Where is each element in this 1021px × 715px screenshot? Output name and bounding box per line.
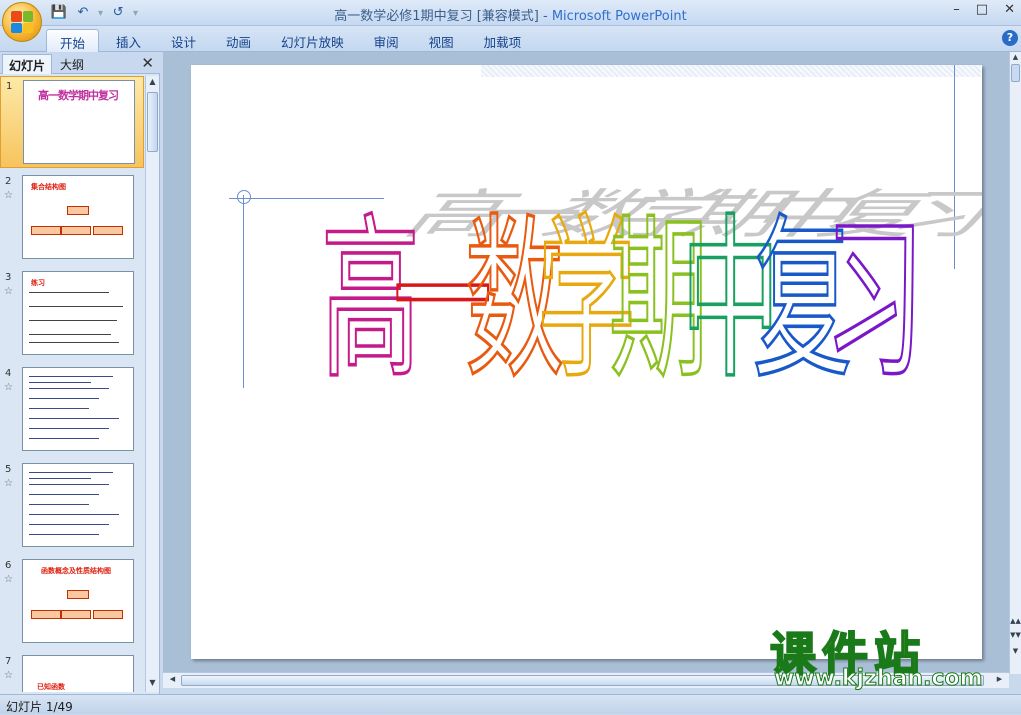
thumb-text-line xyxy=(29,514,119,515)
thumb-text-line xyxy=(29,408,89,409)
slide-number: 1 xyxy=(6,81,13,92)
slide-scroll-thumb[interactable] xyxy=(1011,64,1020,82)
slide-number: 7 xyxy=(5,656,12,667)
slide-thumbnail[interactable] xyxy=(22,367,134,451)
slide-thumbnail[interactable]: 已知函数 xyxy=(22,655,134,692)
slide-scroll-down-icon[interactable]: ▼ xyxy=(1009,647,1021,660)
slide-thumbnail-row[interactable]: 1 高一数学期中复习 xyxy=(0,76,144,168)
thumb-diagram-box xyxy=(93,610,123,619)
thumb-text-line xyxy=(29,524,109,525)
thumb-diagram-box xyxy=(61,226,91,235)
title-letter: 习 xyxy=(825,197,924,403)
thumb-title: 练习 xyxy=(31,279,45,287)
title-bar: 💾 ↶ ▾ ↺ ▾ 高一数学必修1期中复习 [兼容模式] - Microsoft… xyxy=(0,0,1021,26)
thumb-text-line xyxy=(29,504,89,505)
slide-number: 2 xyxy=(5,176,12,187)
animation-star-icon: ☆ xyxy=(4,190,13,201)
thumb-diagram-box xyxy=(67,206,89,215)
next-slide-icon[interactable]: ▼▼ xyxy=(1009,631,1021,644)
panel-scroll-thumb[interactable] xyxy=(147,92,158,152)
slide-thumbnail-row[interactable]: 7 ☆ 已知函数 xyxy=(0,652,144,692)
slide-thumbnail[interactable]: 高一数学期中复习 xyxy=(23,80,135,164)
scroll-up-icon[interactable]: ▲ xyxy=(146,77,159,90)
slide-vertical-scrollbar[interactable]: ▲ ▲▲ ▼▼ ▼ xyxy=(1009,52,1021,674)
slide-thumbnail[interactable] xyxy=(22,463,134,547)
slide-thumbnail-row[interactable]: 3 ☆ 练习 xyxy=(0,268,144,360)
thumb-text-line xyxy=(29,418,119,419)
prev-slide-icon[interactable]: ▲▲ xyxy=(1009,617,1021,630)
thumb-text-line xyxy=(29,478,91,479)
animation-star-icon: ☆ xyxy=(4,670,13,681)
panel-tabs: 幻灯片 大纲 ✕ xyxy=(0,52,160,74)
slide-editing-area: 高高一一数数学学期期中中复复习习 xyxy=(163,52,1009,687)
animation-star-icon: ☆ xyxy=(4,286,13,297)
thumb-text-line xyxy=(29,320,117,321)
help-icon[interactable]: ? xyxy=(1002,30,1018,46)
window-title-main: 高一数学必修1期中复习 [兼容模式] - xyxy=(334,9,552,24)
animation-star-icon: ☆ xyxy=(4,574,13,585)
ribbon: 开始 插入 设计 动画 幻灯片放映 审阅 视图 加载项 ? xyxy=(0,26,1021,56)
office-button[interactable] xyxy=(2,2,42,42)
animation-star-icon: ☆ xyxy=(4,382,13,393)
slide-thumbnail[interactable]: 函数概念及性质结构图 xyxy=(22,559,134,643)
thumb-text-line xyxy=(29,342,119,343)
office-logo-icon xyxy=(11,11,33,33)
scroll-left-icon[interactable]: ◀ xyxy=(166,675,179,688)
thumb-diagram-box xyxy=(67,590,89,599)
thumb-text-line xyxy=(29,472,113,473)
thumb-title: 集合结构图 xyxy=(31,183,66,191)
watermark-url: www.kjzhan.com xyxy=(774,666,984,692)
slide-number: 6 xyxy=(5,560,12,571)
slides-panel: 幻灯片 大纲 ✕ 1 高一数学期中复习 2 ☆ 集合结构图 3 ☆ 练习 4 ☆ 5 ☆ 6 ☆ 函数概念及… xyxy=(0,52,160,694)
thumb-text-line xyxy=(29,334,111,335)
thumb-text-line xyxy=(29,484,109,485)
thumb-title: 已知函数 xyxy=(37,683,65,691)
slide-number: 5 xyxy=(5,464,12,475)
thumb-text-line xyxy=(29,382,91,383)
thumb-text-line xyxy=(29,494,99,495)
slide-thumbnail-row[interactable]: 6 ☆ 函数概念及性质结构图 xyxy=(0,556,144,648)
slide-thumbnail-row[interactable]: 2 ☆ 集合结构图 xyxy=(0,172,144,264)
thumb-text-line xyxy=(29,306,123,307)
thumb-title: 函数概念及性质结构图 xyxy=(41,567,111,575)
panel-close-icon[interactable]: ✕ xyxy=(141,54,154,72)
scroll-down-icon[interactable]: ▼ xyxy=(146,678,159,691)
slide-number: 3 xyxy=(5,272,12,283)
thumb-text-line xyxy=(29,292,109,293)
slide-thumbnail[interactable]: 练习 xyxy=(22,271,134,355)
thumb-text-line xyxy=(29,438,99,439)
slide-thumbnail[interactable]: 集合结构图 xyxy=(22,175,134,259)
slide-title-wordart[interactable]: 高高 一一 数数 学学 期期 中中 复复 习习 xyxy=(191,65,982,659)
close-icon[interactable]: ✕ xyxy=(1004,2,1015,17)
thumb-text-line xyxy=(29,428,109,429)
slide-number: 4 xyxy=(5,368,12,379)
thumb-text-line xyxy=(29,398,99,399)
thumb-text-line xyxy=(29,534,99,535)
slide-thumbnail-row[interactable]: 5 ☆ xyxy=(0,460,144,552)
minimize-icon[interactable]: – xyxy=(953,2,960,17)
thumb-text-line xyxy=(29,388,109,389)
slide-canvas[interactable]: 高高一一数数学学期期中中复复习习 xyxy=(191,65,982,659)
slide-counter: 幻灯片 1/49 xyxy=(6,700,73,714)
window-title: 高一数学必修1期中复习 [兼容模式] - Microsoft PowerPoin… xyxy=(0,5,1021,24)
status-bar: 幻灯片 1/49 xyxy=(0,694,1021,714)
maximize-icon[interactable]: □ xyxy=(976,2,988,17)
window-title-brand: Microsoft PowerPoint xyxy=(551,9,687,24)
thumb-diagram-box xyxy=(31,610,61,619)
thumb-diagram-box xyxy=(61,610,91,619)
thumb-text-line xyxy=(29,376,113,377)
thumb-diagram-box xyxy=(31,226,61,235)
tab-outline[interactable]: 大纲 xyxy=(54,54,90,74)
thumb-diagram-box xyxy=(93,226,123,235)
panel-scrollbar[interactable]: ▲ ▼ xyxy=(145,76,159,692)
thumbnail-list: 1 高一数学期中复习 2 ☆ 集合结构图 3 ☆ 练习 4 ☆ 5 ☆ 6 ☆ 函数概念及性质结构图 7 ☆ 已知… xyxy=(0,76,144,692)
thumb-title: 高一数学期中复习 xyxy=(38,89,119,102)
slide-thumbnail-row[interactable]: 4 ☆ xyxy=(0,364,144,456)
watermark-logo: 课件站 www.kjzhan.com xyxy=(769,618,1010,692)
animation-star-icon: ☆ xyxy=(4,478,13,489)
tab-slides[interactable]: 幻灯片 xyxy=(2,54,53,74)
